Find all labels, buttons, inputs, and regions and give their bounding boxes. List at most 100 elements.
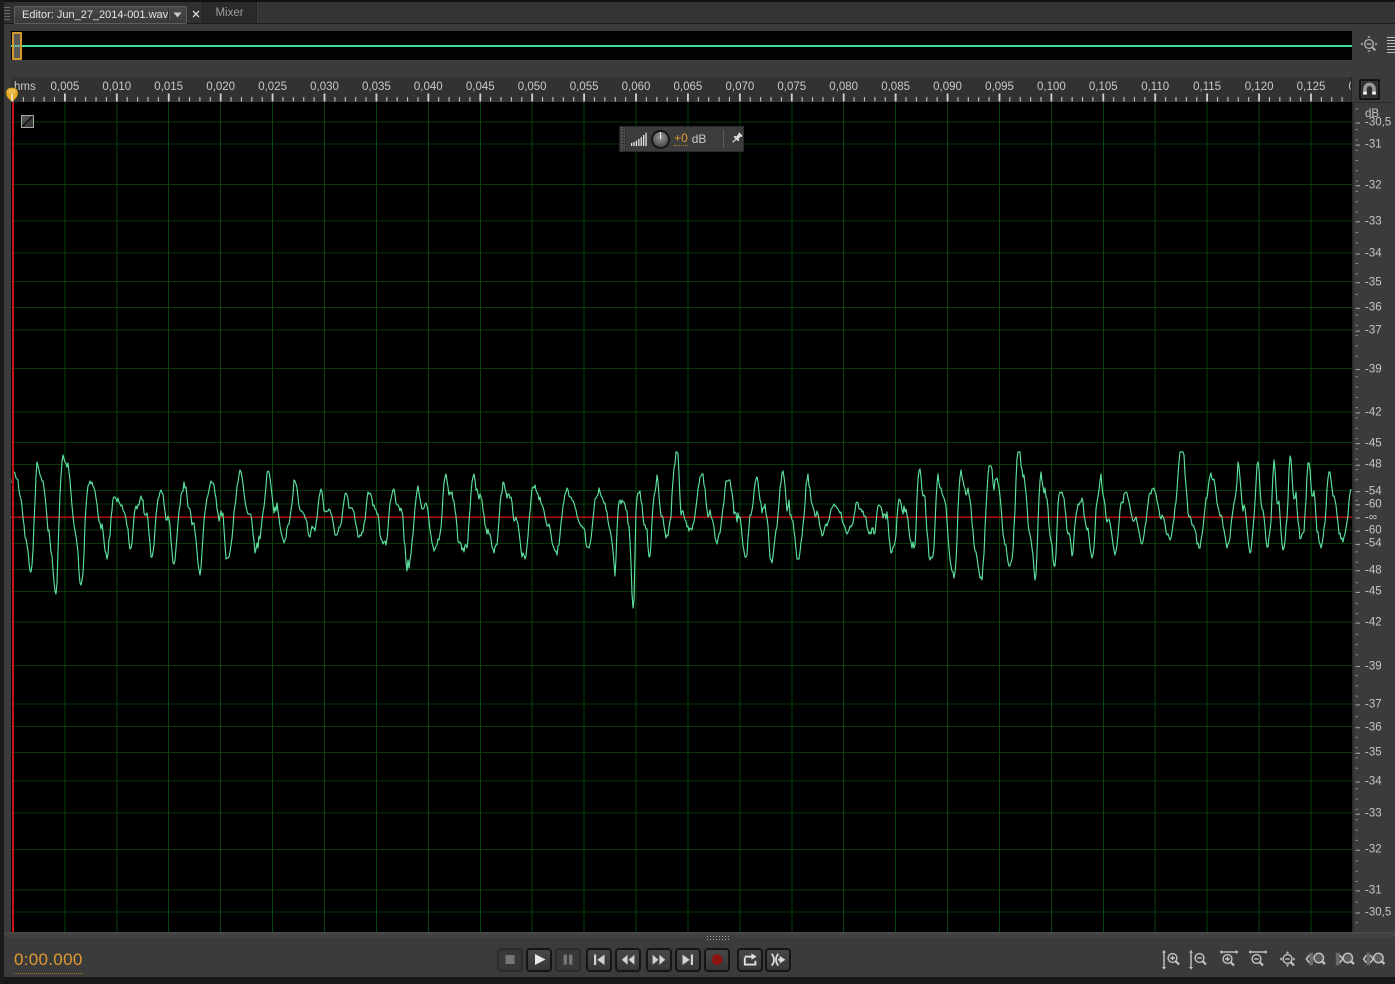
- db-scale-label: -39: [1365, 364, 1382, 375]
- ruler-time-label: 0,130: [1349, 81, 1353, 93]
- audition-editor-window: Editor: Jun_27_2014-001.wav Mixer: [0, 0, 1395, 984]
- timeline-ruler-row: hms 0,0050,0100,0150,0200,0250,0300,0350…: [4, 77, 1395, 102]
- db-scale-label: -54: [1365, 539, 1382, 550]
- volume-hud[interactable]: +0 dB: [619, 126, 744, 152]
- db-scale-label: -33: [1365, 216, 1382, 227]
- ruler-time-label: 0,115: [1193, 81, 1221, 93]
- db-scale-label: -30,5: [1365, 908, 1391, 919]
- db-scale-label: -60: [1365, 499, 1382, 510]
- db-scale-label: -∞: [1365, 513, 1377, 524]
- ruler-time-label: 0,015: [154, 81, 183, 93]
- hud-gain-value[interactable]: +0: [674, 132, 688, 146]
- volume-bars-icon: [631, 132, 648, 146]
- ruler-time-label: 0,070: [726, 81, 755, 93]
- overview-navigator[interactable]: [11, 31, 1352, 60]
- ruler-time-label: 0,110: [1141, 81, 1169, 93]
- zoom-in-horizontal-icon[interactable]: [1218, 949, 1240, 971]
- db-scale-label: -35: [1365, 748, 1382, 759]
- tab-dropdown-icon[interactable]: [169, 12, 186, 18]
- db-scale-label: -34: [1365, 249, 1382, 260]
- ruler-time-label: 0,020: [206, 81, 235, 93]
- overview-waveform-line: [11, 45, 1352, 47]
- play-button[interactable]: [526, 948, 552, 972]
- db-scale-label: -30,5: [1365, 118, 1391, 129]
- amplitude-db-scale[interactable]: dB -30,5-31-32-33-34-35-36-37-39-42-45-4…: [1352, 102, 1395, 932]
- ruler-time-label: 0,095: [985, 81, 1014, 93]
- ruler-time-label: 0,060: [622, 81, 651, 93]
- zoom-to-in-point-icon[interactable]: [1305, 949, 1327, 971]
- db-scale-label: -60: [1365, 526, 1382, 537]
- window-left-edge: [0, 0, 4, 984]
- snap-magnet-button[interactable]: [1359, 79, 1380, 100]
- zoom-out-full-icon[interactable]: [1359, 34, 1381, 56]
- ruler-time-label: 0,055: [570, 81, 599, 93]
- scale-edge: [1352, 103, 1354, 932]
- ruler-time-label: 0,085: [881, 81, 910, 93]
- fast-forward-button[interactable]: [646, 948, 672, 972]
- zoom-out-vertical-icon[interactable]: [1188, 949, 1210, 971]
- zoom-to-out-point-icon[interactable]: [1334, 949, 1356, 971]
- editor-panel: hms 0,0050,0100,0150,0200,0250,0300,0350…: [4, 24, 1395, 977]
- skip-selection-button[interactable]: [765, 948, 791, 972]
- panel-grip-icon[interactable]: [3, 7, 10, 21]
- hud-grip-icon[interactable]: [620, 127, 626, 151]
- skip-to-start-button[interactable]: [586, 948, 612, 972]
- ruler-time-label: 0,040: [414, 81, 443, 93]
- ruler-time-label: 0,035: [362, 81, 391, 93]
- hud-gain-unit: dB: [692, 132, 707, 146]
- db-scale-label: -31: [1365, 885, 1382, 896]
- db-scale-label: -32: [1365, 180, 1382, 191]
- tab-mixer[interactable]: Mixer: [202, 2, 257, 23]
- timeline-ruler[interactable]: hms 0,0050,0100,0150,0200,0250,0300,0350…: [11, 77, 1352, 102]
- window-bottom-edge: [0, 977, 1395, 984]
- rewind-button[interactable]: [615, 948, 641, 972]
- db-scale-label: -36: [1365, 303, 1382, 314]
- skip-to-end-button[interactable]: [675, 948, 701, 972]
- tab-bar-empty-area: [257, 2, 1395, 23]
- zoom-in-vertical-icon[interactable]: [1161, 949, 1183, 971]
- db-scale-label: -45: [1365, 438, 1382, 449]
- loop-playback-button[interactable]: [737, 948, 763, 972]
- db-scale-label: -48: [1365, 565, 1382, 576]
- waveform-display[interactable]: +0 dB: [11, 102, 1352, 932]
- db-scale-label: -54: [1365, 486, 1382, 497]
- zoom-to-selection-icon[interactable]: [1363, 949, 1385, 971]
- ruler-time-label: 0,105: [1089, 81, 1118, 93]
- volume-knob[interactable]: [653, 132, 668, 147]
- db-scale-label: -35: [1365, 277, 1382, 288]
- zoom-out-full-bottom-icon[interactable]: [1277, 949, 1299, 971]
- panel-divider[interactable]: [4, 932, 1395, 941]
- waveform-plot: [11, 102, 1352, 932]
- db-scale-label: -37: [1365, 326, 1382, 337]
- db-scale-label: -42: [1365, 618, 1382, 629]
- db-scale-label: -48: [1365, 460, 1382, 471]
- pause-button[interactable]: [555, 948, 581, 972]
- hud-separator: [723, 130, 724, 148]
- ruler-time-label: 0,100: [1037, 81, 1066, 93]
- zoom-out-horizontal-icon[interactable]: [1247, 949, 1269, 971]
- db-scale-label: -33: [1365, 809, 1382, 820]
- tab-editor-label: Editor: Jun_27_2014-001.wav: [15, 9, 168, 21]
- navigator-zoom-thumb[interactable]: [12, 32, 22, 60]
- db-scale-label: -37: [1365, 699, 1382, 710]
- ruler-time-label: 0,090: [933, 81, 962, 93]
- divider-grip-icon[interactable]: [706, 935, 730, 940]
- record-button[interactable]: [704, 948, 730, 972]
- tab-close-icon[interactable]: [189, 7, 203, 21]
- panel-tab-bar: Editor: Jun_27_2014-001.wav Mixer: [0, 2, 1395, 24]
- db-scale-label: -45: [1365, 587, 1382, 598]
- playhead-marker[interactable]: [5, 87, 19, 103]
- tab-mixer-label: Mixer: [215, 7, 243, 19]
- time-display[interactable]: 0:00.000: [14, 950, 83, 974]
- scale-mode-toggle[interactable]: [21, 115, 34, 128]
- ruler-time-label: 0,080: [829, 81, 858, 93]
- db-scale-label: -32: [1365, 845, 1382, 856]
- tab-editor[interactable]: Editor: Jun_27_2014-001.wav: [14, 6, 187, 24]
- pin-icon[interactable]: [729, 132, 743, 146]
- stop-button[interactable]: [497, 948, 523, 972]
- ruler-time-label: 0,050: [518, 81, 547, 93]
- transport-bar: 0:00.000: [4, 941, 1395, 977]
- panel-menu-icon[interactable]: [1387, 36, 1395, 52]
- ruler-time-label: 0,010: [102, 81, 131, 93]
- ruler-time-label: 0,045: [466, 81, 495, 93]
